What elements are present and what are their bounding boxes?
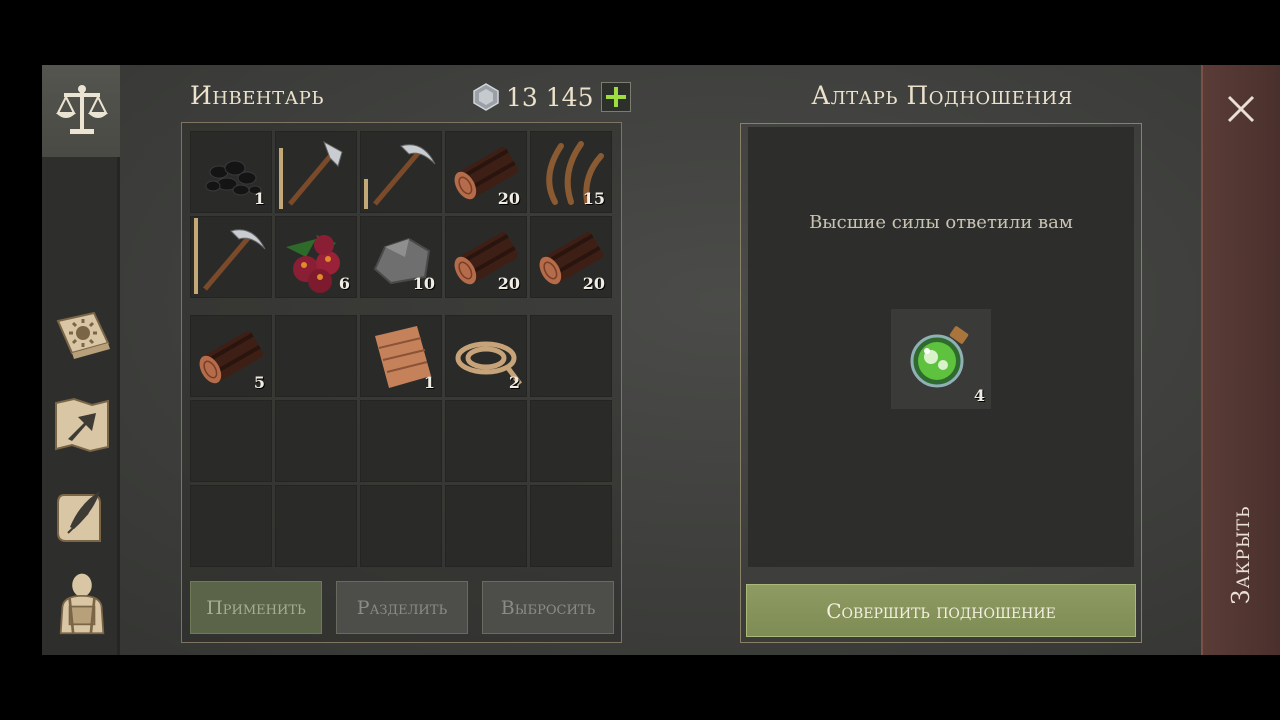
inventory-slot-empty[interactable] xyxy=(530,400,612,482)
inventory-slot-empty[interactable] xyxy=(360,485,442,567)
game-screen: Инвентарь 13 145 1 20 15 6 10 20 20 5 1 2 Примени… xyxy=(42,65,1280,655)
silver-gem-icon xyxy=(473,83,499,111)
inventory-slot-empty[interactable] xyxy=(275,485,357,567)
split-button[interactable]: Разделить xyxy=(336,581,468,634)
sun-book-icon[interactable] xyxy=(50,303,114,367)
inventory-slot[interactable]: 5 xyxy=(190,315,272,397)
inventory-slot-empty[interactable] xyxy=(190,485,272,567)
map-arrow-icon[interactable] xyxy=(50,393,114,457)
left-sidebar xyxy=(42,65,120,655)
close-label-container[interactable]: Закрыть xyxy=(1203,455,1279,655)
item-count: 1 xyxy=(253,189,265,208)
item-count: 2 xyxy=(508,373,520,392)
durability-bar xyxy=(194,218,198,294)
pickaxe-icon xyxy=(373,144,436,206)
inventory-slot[interactable]: 20 xyxy=(530,216,612,298)
inventory-slot-empty[interactable] xyxy=(530,485,612,567)
altar-title: Алтарь Подношения xyxy=(811,81,1073,110)
pickaxe-icon xyxy=(203,229,266,291)
reward-count: 4 xyxy=(973,386,985,405)
sidebar-tab-trade-active[interactable] xyxy=(42,65,120,157)
durability-bar xyxy=(279,148,283,209)
inventory-slot-empty[interactable] xyxy=(275,400,357,482)
inventory-slot[interactable]: 2 xyxy=(445,315,527,397)
reward-slot[interactable]: 4 xyxy=(891,309,991,409)
apply-button[interactable]: Применить xyxy=(190,581,322,634)
scales-icon xyxy=(56,85,108,134)
close-x-icon[interactable] xyxy=(1223,91,1259,127)
make-offering-button[interactable]: Совершить подношение xyxy=(746,584,1136,637)
add-currency-button[interactable] xyxy=(601,82,632,112)
hatchet-icon xyxy=(288,140,343,206)
inventory-slot[interactable] xyxy=(190,216,272,298)
inventory-slot-empty[interactable] xyxy=(445,485,527,567)
inventory-title: Инвентарь xyxy=(190,81,324,110)
altar-message: Высшие силы ответили вам xyxy=(809,212,1073,233)
item-count: 5 xyxy=(253,373,265,392)
inventory-slot-empty[interactable] xyxy=(190,400,272,482)
inventory-slot-empty[interactable] xyxy=(275,315,357,397)
inventory-slot[interactable]: 20 xyxy=(445,216,527,298)
item-count: 15 xyxy=(582,189,605,208)
inventory-slot[interactable]: 15 xyxy=(530,131,612,213)
inventory-slot[interactable]: 1 xyxy=(360,315,442,397)
inventory-slot-empty[interactable] xyxy=(360,400,442,482)
item-count: 6 xyxy=(338,274,350,293)
inventory-slot[interactable] xyxy=(360,131,442,213)
item-count: 20 xyxy=(582,274,605,293)
inventory-slot[interactable]: 20 xyxy=(445,131,527,213)
inventory-slot-empty[interactable] xyxy=(445,400,527,482)
close-label: Закрыть xyxy=(1227,505,1255,605)
item-count: 20 xyxy=(497,274,520,293)
inventory-slot[interactable]: 1 xyxy=(190,131,272,213)
inventory-slot[interactable] xyxy=(275,131,357,213)
inventory-slot-empty[interactable] xyxy=(530,315,612,397)
durability-bar xyxy=(364,179,368,209)
plus-icon xyxy=(606,87,627,107)
inventory-slot[interactable]: 10 xyxy=(360,216,442,298)
backpack-character-icon[interactable] xyxy=(50,571,114,635)
currency-amount: 13 145 xyxy=(506,82,594,112)
item-count: 1 xyxy=(423,373,435,392)
inventory-slot[interactable]: 6 xyxy=(275,216,357,298)
scroll-quill-icon[interactable] xyxy=(50,483,114,547)
currency-display: 13 145 xyxy=(472,81,632,113)
item-count: 20 xyxy=(497,189,520,208)
drop-button[interactable]: Выбросить xyxy=(482,581,614,634)
item-count: 10 xyxy=(412,274,435,293)
